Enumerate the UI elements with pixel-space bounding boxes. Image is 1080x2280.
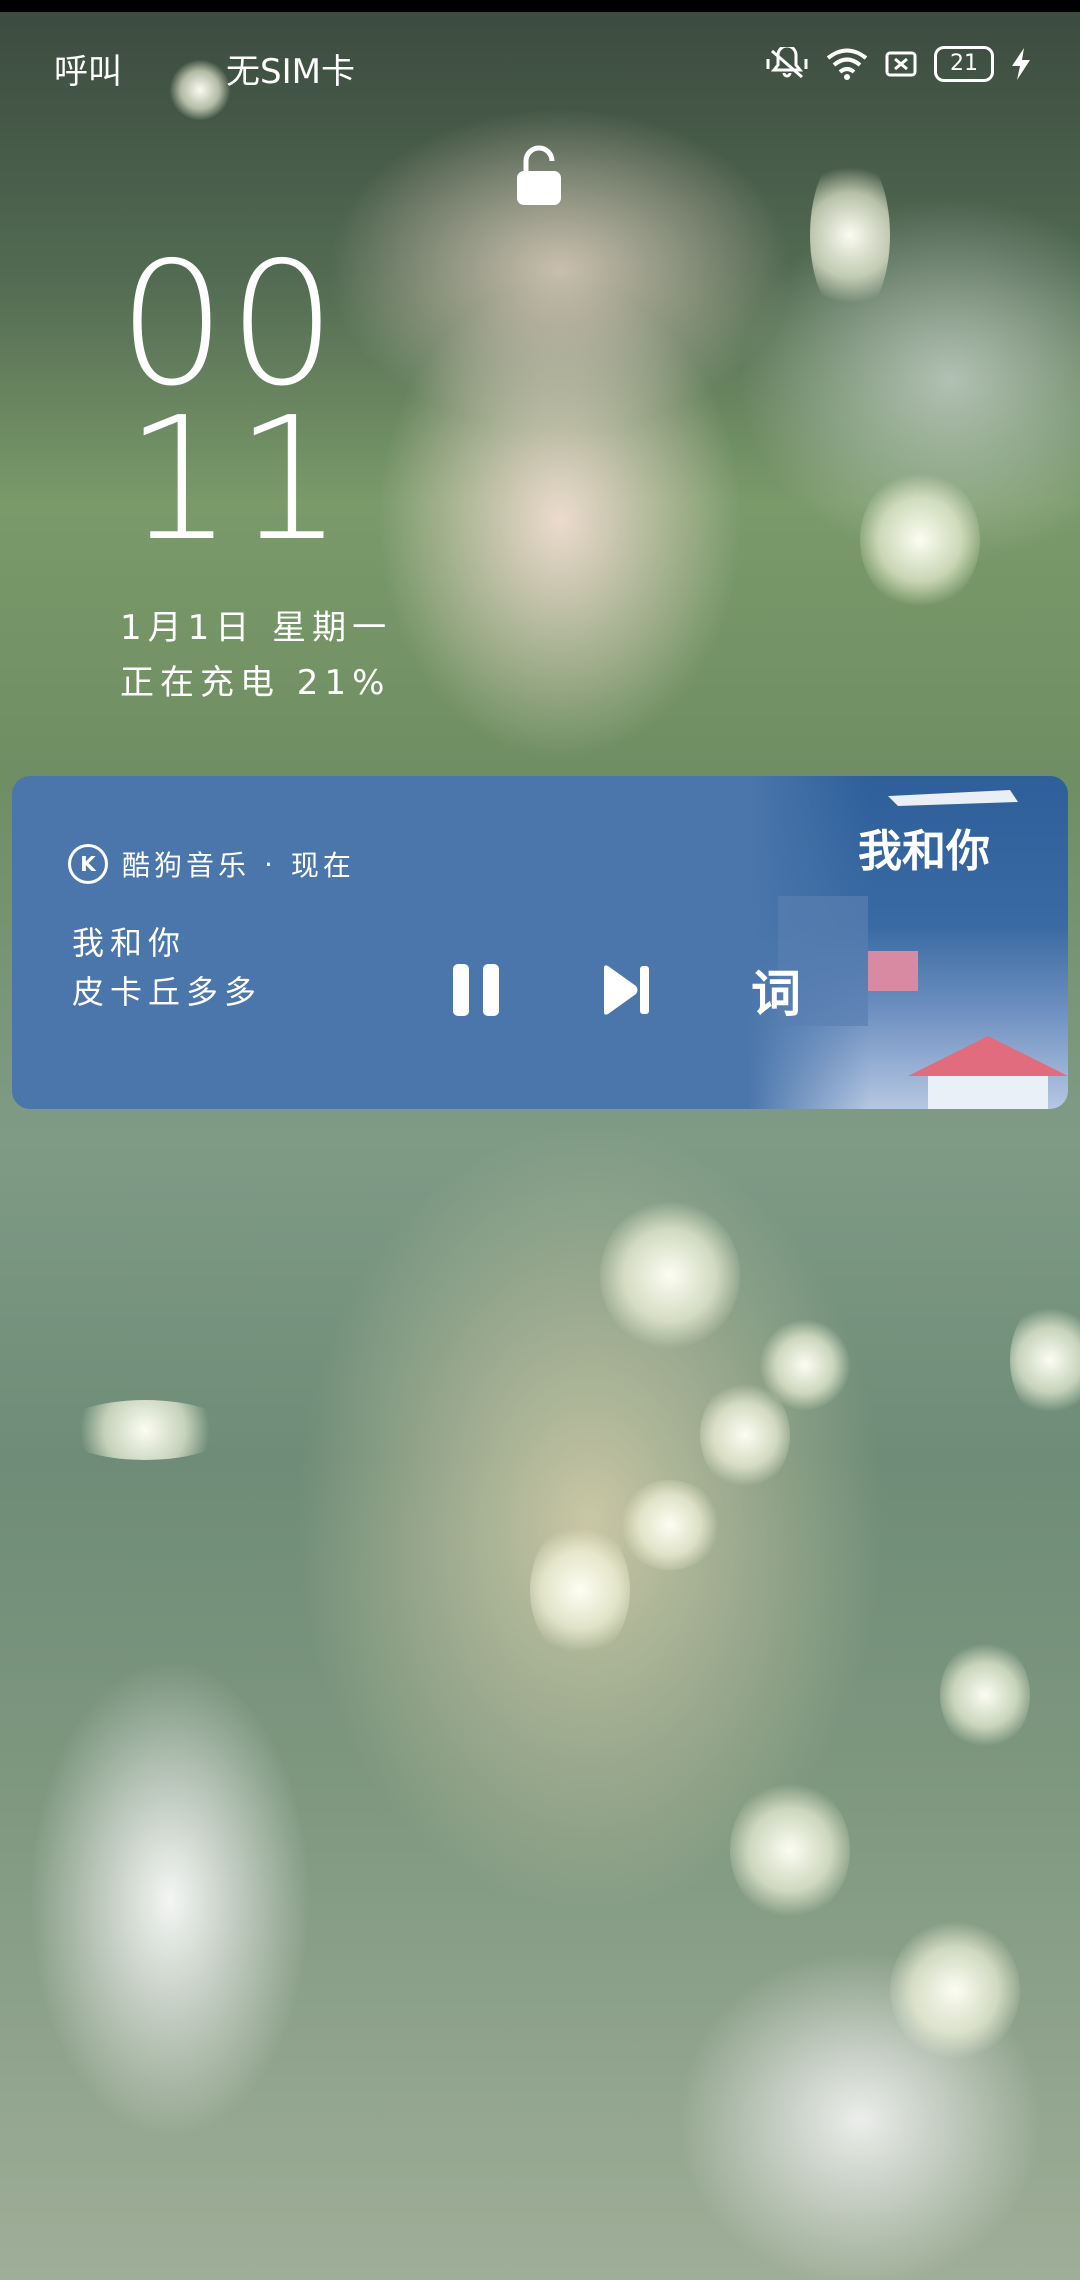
carrier-label: 呼叫: [54, 52, 122, 92]
wifi-icon: [826, 48, 868, 80]
battery-icon: 21: [934, 46, 994, 82]
clock-minutes: 11: [125, 381, 346, 579]
mute-vibrate-icon: [766, 47, 808, 79]
album-art-lettering: 我和你: [858, 826, 990, 877]
bokeh-light: [700, 1380, 790, 1490]
date-label: 1月1日 星期一: [120, 608, 393, 648]
battery-level: 21: [950, 51, 978, 76]
pause-button[interactable]: [440, 954, 512, 1026]
bokeh-light: [730, 1780, 850, 1920]
album-art-illustration: 我和你: [778, 790, 1068, 1109]
bokeh-light: [940, 1640, 1030, 1750]
kugou-app-icon: K: [68, 844, 108, 884]
app-name: 酷狗音乐: [122, 849, 251, 882]
album-art: 我和你: [748, 776, 1068, 1109]
bokeh-light: [810, 150, 890, 320]
sim-status-label: 无SIM卡: [226, 52, 355, 92]
notification-time: 现在: [290, 849, 355, 882]
bokeh-light: [600, 1200, 740, 1350]
notification-header: K 酷狗音乐 · 现在: [68, 844, 355, 884]
music-notification-card[interactable]: 我和你 K 酷狗音乐 · 现在 我和你 皮卡丘多多 词: [12, 776, 1068, 1109]
bokeh-light: [60, 1400, 230, 1460]
status-icons: 21: [764, 46, 1032, 82]
next-track-button[interactable]: [590, 954, 662, 1026]
status-bar: 呼叫 无SIM卡 21: [0, 0, 1080, 130]
skip-next-icon: [604, 965, 649, 1015]
pause-icon: [453, 964, 499, 1016]
status-bar-edge: [0, 0, 1080, 12]
bokeh-light: [890, 1920, 1020, 2060]
bokeh-light: [1010, 1300, 1080, 1420]
bokeh-light: [620, 1480, 720, 1570]
song-artist: 皮卡丘多多: [72, 973, 263, 1011]
bokeh-light: [860, 470, 980, 610]
charging-bolt-icon: [1012, 48, 1030, 80]
lyrics-button[interactable]: 词: [736, 954, 816, 1026]
lock-open-icon[interactable]: [513, 145, 565, 207]
header-separator: ·: [264, 847, 277, 881]
bokeh-light: [530, 1520, 630, 1660]
song-title: 我和你: [72, 924, 187, 962]
no-sim-icon: [885, 51, 917, 77]
charging-status: 正在充电 21%: [120, 663, 391, 703]
